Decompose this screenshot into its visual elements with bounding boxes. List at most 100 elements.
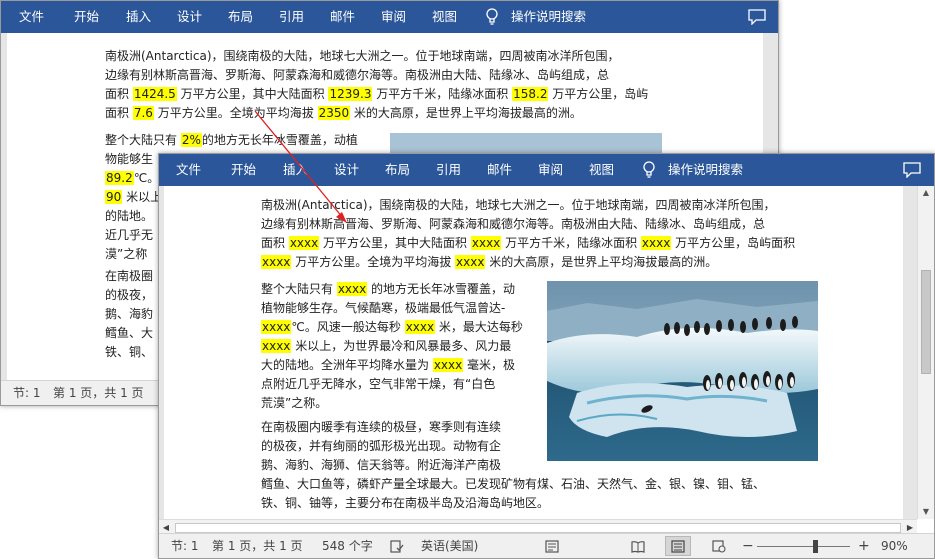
tab-design[interactable]: 设计	[334, 154, 359, 186]
text-run: 鹅、海豹	[105, 307, 154, 321]
tab-home[interactable]: 开始	[74, 1, 99, 33]
comment-icon[interactable]	[748, 9, 766, 25]
highlighted-value: xxxx	[288, 236, 320, 250]
tab-layout[interactable]: 布局	[228, 1, 253, 33]
text-line: 面积 xxxx 万平方公里，其中大陆面积 xxxx 万平方千米，陆缘冰面积 xx…	[261, 234, 795, 253]
tab-mailings[interactable]: 邮件	[330, 1, 355, 33]
text-run: 面积	[105, 106, 133, 120]
tab-references[interactable]: 引用	[436, 154, 461, 186]
text-line: 鳕鱼、大口鱼等，磷虾产量全球最大。已发现矿物有煤、石油、天然气、金、银、镍、钼、…	[261, 475, 765, 494]
read-mode-icon[interactable]	[631, 540, 645, 553]
text-run: 植物能够生存。气候酷寒，极端最低气温曾达-	[261, 301, 506, 315]
text-run: 物能够生	[105, 152, 154, 166]
tab-insert[interactable]: 插入	[283, 154, 308, 186]
text-run: 的地方无长年冰雪覆盖，动植	[201, 133, 358, 147]
text-run: 整个大陆只有	[261, 282, 337, 296]
front-word-window: 文件 开始 插入 设计 布局 引用 邮件 审阅 视图 操作说明搜索 南极洲(An…	[158, 153, 935, 559]
page-indicator[interactable]: 第 1 页，共 1 页	[212, 534, 303, 558]
word-count[interactable]: 548 个字	[322, 534, 373, 558]
highlighted-value: xxxx	[432, 358, 464, 372]
section-indicator[interactable]: 节: 1	[13, 381, 41, 405]
highlighted-value: 7.6	[132, 106, 154, 120]
text-run: 边缘有别林斯高晋海、罗斯海、阿蒙森海和威德尔海等。南极洲由大陆、陆缘冰、岛屿组成…	[261, 217, 766, 231]
highlighted-value: 90	[105, 190, 123, 204]
text-line: xxxx 米以上，为世界最冷和风暴最多、风力最	[261, 337, 523, 356]
text-run: 万平方公里，岛屿	[548, 87, 649, 101]
text-run: 的陆地。	[105, 209, 154, 223]
tab-file[interactable]: 文件	[19, 1, 44, 33]
text-run: 米以上	[122, 190, 163, 204]
text-run: 米以上，为世界最冷和风暴最多、风力最	[291, 339, 512, 353]
tab-design[interactable]: 设计	[177, 1, 202, 33]
print-layout-icon	[671, 540, 685, 553]
text-line: 面积 1424.5 万平方公里，其中大陆面积 1239.3 万平方千米，陆缘冰面…	[105, 85, 648, 104]
text-run: 鹅、海豹、海狮、信天翁等。附近海洋产南极	[261, 458, 502, 472]
tab-review[interactable]: 审阅	[538, 154, 563, 186]
zoom-slider-thumb[interactable]	[812, 540, 818, 553]
highlighted-value: 158.2	[512, 87, 549, 101]
penguin-photo[interactable]	[547, 281, 818, 461]
scroll-up-arrow[interactable]: ▲	[918, 186, 934, 200]
tab-layout[interactable]: 布局	[385, 154, 410, 186]
scroll-down-arrow[interactable]: ▼	[918, 505, 934, 519]
text-run: ℃。风速一般达每秒	[291, 320, 405, 334]
highlighted-value: xxxx	[261, 320, 292, 334]
text-line: xxxx℃。风速一般达每秒 xxxx 米，最大达每秒	[261, 318, 523, 337]
vertical-scrollbar[interactable]: ▲ ▼	[917, 186, 934, 519]
comment-icon[interactable]	[903, 162, 921, 178]
tab-mailings[interactable]: 邮件	[487, 154, 512, 186]
text-run: 米的大高原，是世界上平均海拔最高的洲。	[350, 106, 582, 120]
vertical-scroll-thumb[interactable]	[921, 270, 931, 374]
zoom-level[interactable]: 90%	[881, 534, 908, 558]
document-page[interactable]: 南极洲(Antarctica)，围绕南极的大陆，地球七大洲之一。位于地球南端，四…	[164, 186, 903, 519]
highlighted-value: xxxx	[640, 236, 672, 250]
text-run: 的极夜，并有绚丽的弧形极光出现。动物有企	[261, 439, 502, 453]
zoom-slider[interactable]	[757, 540, 850, 553]
tab-insert[interactable]: 插入	[126, 1, 151, 33]
highlighted-value: xxxx	[336, 282, 368, 296]
language-indicator[interactable]: 英语(美国)	[421, 534, 478, 558]
tab-file[interactable]: 文件	[176, 154, 201, 186]
text-run: ℃。	[133, 171, 160, 185]
highlighted-value: 1239.3	[328, 87, 373, 101]
highlighted-value: 1424.5	[132, 87, 177, 101]
section-indicator[interactable]: 节: 1	[171, 534, 199, 558]
highlighted-value: xxxx	[455, 255, 486, 269]
tell-me-search[interactable]: 操作说明搜索	[668, 154, 743, 186]
text-line: 南极洲(Antarctica)，围绕南极的大陆，地球七大洲之一。位于地球南端，四…	[105, 47, 648, 66]
ribbon-bar: 文件 开始 插入 设计 布局 引用 邮件 审阅 视图 操作说明搜索	[1, 1, 778, 33]
text-line: 植物能够生存。气候酷寒，极端最低气温曾达-	[261, 299, 523, 318]
text-line: 面积 7.6 万平方公里。全境为平均海拔 2350 米的大高原，是世界上平均海拔…	[105, 104, 648, 123]
text-line: 点附近几乎无降水，空气非常干燥，有“白色	[261, 375, 523, 394]
horizontal-scroll-thumb[interactable]	[175, 523, 901, 533]
text-run: 整个大陆只有	[105, 133, 181, 147]
text-run: 米的大高原，是世界上平均海拔最高的洲。	[485, 255, 718, 269]
status-bar: 节: 1 第 1 页，共 1 页 548 个字 英语(美国) − + 90%	[159, 533, 934, 558]
tab-view[interactable]: 视图	[432, 1, 457, 33]
zoom-in-button[interactable]: +	[858, 534, 870, 558]
lightbulb-icon[interactable]	[642, 161, 656, 179]
page-indicator[interactable]: 第 1 页，共 1 页	[53, 381, 144, 405]
tell-me-search[interactable]: 操作说明搜索	[511, 1, 586, 33]
focus-mode-icon[interactable]	[545, 540, 559, 553]
text-line: 边缘有别林斯高晋海、罗斯海、阿蒙森海和威德尔海等。南极洲由大陆、陆缘冰、岛屿组成…	[261, 215, 795, 234]
tab-references[interactable]: 引用	[279, 1, 304, 33]
paragraph-wildlife: 在南极圈 的极夜， 鹅、海豹 鳕鱼、大 铁、铜、	[105, 267, 153, 362]
paragraph-climate: 整个大陆只有 xxxx 的地方无长年冰雪覆盖，动 植物能够生存。气候酷寒，极端最低…	[261, 280, 523, 413]
tab-home[interactable]: 开始	[231, 154, 256, 186]
web-layout-icon[interactable]	[712, 540, 726, 553]
proofing-icon[interactable]	[390, 540, 404, 553]
text-run: 漠”之称	[105, 247, 148, 261]
text-run: 鳕鱼、大	[105, 326, 154, 340]
text-run: 米，最大达每秒	[435, 320, 523, 334]
text-run: 万平方公里。全境为平均海拔	[291, 255, 456, 269]
text-run: 大的陆地。全洲年平均降水量为	[261, 358, 433, 372]
print-layout-button[interactable]	[665, 536, 691, 556]
tab-review[interactable]: 审阅	[381, 1, 406, 33]
tab-view[interactable]: 视图	[589, 154, 614, 186]
highlighted-value: xxxx	[404, 320, 436, 334]
lightbulb-icon[interactable]	[485, 8, 499, 26]
zoom-out-button[interactable]: −	[742, 534, 754, 558]
text-line: 鳕鱼、大	[105, 324, 153, 343]
text-line: 荒漠”之称。	[261, 394, 523, 413]
